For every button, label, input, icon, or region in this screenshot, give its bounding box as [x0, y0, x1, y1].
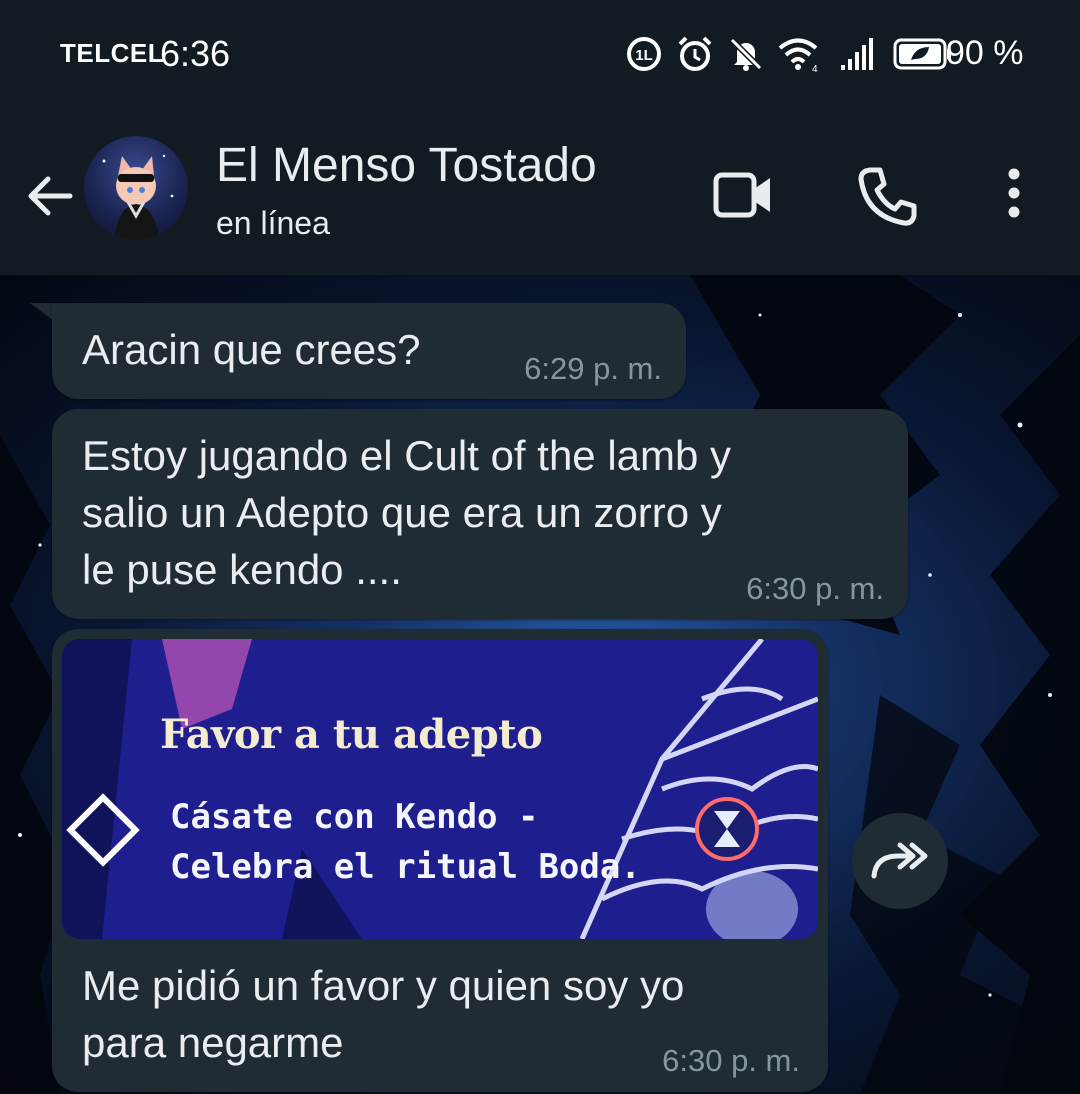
status-bar: TELCEL 6:36 1L 4 90 % — [0, 0, 1080, 110]
message-time: 6:30 p. m. — [746, 571, 884, 606]
image-caption-line1: Cásate con Kendo - — [170, 797, 539, 837]
svg-text:1L: 1L — [635, 47, 653, 64]
chat-area[interactable]: Aracin que crees? 6:29 p. m. Estoy jugan… — [0, 275, 1080, 1094]
forward-button[interactable] — [852, 813, 948, 909]
message-bubble[interactable]: Aracin que crees? 6:29 p. m. — [52, 303, 686, 399]
avatar-image — [102, 154, 174, 240]
contact-status: en línea — [216, 205, 330, 241]
clock: 6:36 — [160, 33, 231, 74]
image-caption-title: Favor a tu adepto — [160, 711, 543, 758]
image-message-bubble[interactable]: Favor a tu adepto Cásate con Kendo - Cel… — [52, 629, 828, 1092]
message-time: 6:29 p. m. — [524, 351, 662, 386]
message-image[interactable]: Favor a tu adepto Cásate con Kendo - Cel… — [62, 639, 818, 939]
battery-percent: 90 % — [946, 34, 1024, 72]
video-call-icon[interactable] — [708, 160, 778, 230]
svg-text:4: 4 — [812, 64, 818, 73]
carrier-name: TELCEL — [60, 38, 165, 68]
back-arrow-icon[interactable] — [22, 168, 78, 224]
avatar[interactable] — [84, 136, 188, 240]
wifi-icon: 4 — [778, 38, 818, 73]
data-saver-icon: 1L — [627, 37, 661, 71]
forward-icon — [871, 842, 928, 879]
chat-header: El Menso Tostado en línea — [0, 110, 1080, 275]
alarm-icon — [678, 36, 712, 71]
message-bubble[interactable]: Estoy jugando el Cult of the lamb y sali… — [52, 409, 908, 619]
status-icons: 1L 4 — [625, 34, 953, 74]
more-vert-icon[interactable] — [990, 160, 1038, 230]
contact-name[interactable]: El Menso Tostado — [216, 138, 597, 193]
phone-icon[interactable] — [852, 160, 922, 230]
message-text: Aracin que crees? — [82, 326, 421, 373]
mute-icon — [729, 37, 763, 71]
signal-icon — [841, 38, 873, 70]
game-screenshot-art — [62, 639, 818, 939]
battery-icon — [893, 38, 951, 70]
image-caption-line2: Celebra el ritual Boda. — [170, 847, 641, 887]
message-time: 6:30 p. m. — [662, 1043, 800, 1078]
